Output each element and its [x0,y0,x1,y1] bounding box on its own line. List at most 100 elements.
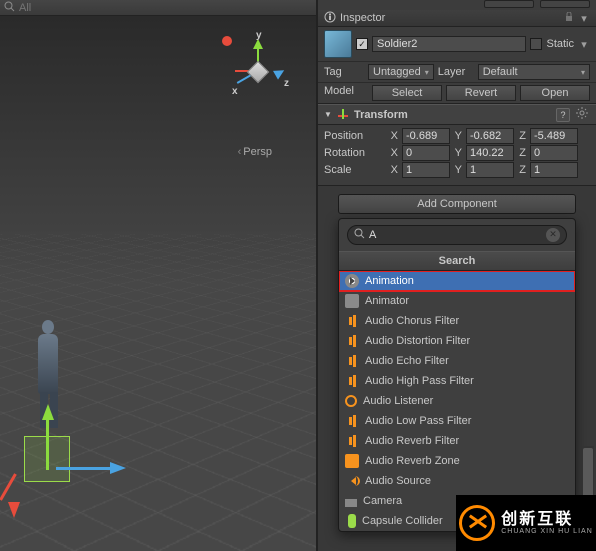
component-result-label: Audio Listener [363,395,433,407]
inspector-tab[interactable]: Inspector ▾ [318,10,596,27]
component-result[interactable]: Audio Reverb Filter [339,431,575,451]
component-result-label: Audio Echo Filter [365,355,449,367]
reverbz-icon [345,454,359,468]
component-result-label: Audio High Pass Filter [365,375,474,387]
listener-icon [345,395,357,407]
object-name-field[interactable] [372,36,526,52]
hierarchy-search-bar [0,0,316,16]
layer-dropdown[interactable]: Default▾ [478,64,590,80]
vec-y-field[interactable] [466,145,514,161]
component-result[interactable]: Audio Reverb Zone [339,451,575,471]
add-component-popup: ✕ Search Animation Animator Audio Chorus F… [338,218,576,532]
component-result-label: Audio Reverb Zone [365,455,460,467]
watermark: 创新互联 CHUANG XIN HU LIAN [456,495,596,551]
tag-dropdown[interactable]: Untagged▾ [368,64,434,80]
vec-x-field[interactable] [402,128,450,144]
panel-menu-icon[interactable]: ▾ [578,12,590,25]
vec-label: Rotation [324,147,386,159]
component-result[interactable]: Audio Chorus Filter [339,311,575,331]
watermark-logo-icon [459,505,495,541]
model-open-button[interactable]: Open [520,85,590,101]
clear-search-icon[interactable]: ✕ [546,228,560,242]
static-dropdown-icon[interactable]: ▾ [578,38,590,51]
projection-label[interactable]: Persp [238,146,272,158]
layers-dropdown[interactable] [484,0,534,8]
component-result[interactable]: Audio Distortion Filter [339,331,575,351]
component-result-label: Animation [365,275,414,287]
help-icon[interactable]: ? [556,108,570,122]
model-select-button[interactable]: Select [372,85,442,101]
component-result-label: Audio Source [365,475,431,487]
audio-icon [345,334,359,348]
component-result-label: Camera [363,495,402,507]
component-result[interactable]: Animation [339,271,575,291]
component-result[interactable]: Audio Listener [339,391,575,411]
inspector-panel: Inspector ▾ ✓ Static ▾ Tag Untagged▾ Lay… [316,0,596,551]
scene-view[interactable]: y x z Persp [0,0,316,551]
editor-topbar [318,0,596,10]
vec-label: Scale [324,164,386,176]
vec-x-field[interactable] [402,145,450,161]
audio-icon [345,414,359,428]
gameobject-icon[interactable] [324,30,352,58]
component-result[interactable]: Audio High Pass Filter [339,371,575,391]
audio-icon [345,354,359,368]
move-x-handle[interactable] [8,502,20,524]
component-result[interactable]: Audio Low Pass Filter [339,411,575,431]
model-revert-button[interactable]: Revert [446,85,516,101]
vec-z-field[interactable] [530,145,578,161]
audio-icon [345,434,359,448]
lock-icon[interactable] [564,12,574,25]
caps-icon [348,514,356,528]
move-z-handle[interactable] [110,462,132,474]
vec-y-field[interactable] [466,162,514,178]
gizmo-cube-icon[interactable] [247,61,270,84]
orientation-gizmo[interactable]: y x z [222,36,292,106]
vec-z-field[interactable] [530,128,578,144]
popup-scrollbar[interactable] [582,446,594,496]
vec-x-field[interactable] [402,162,450,178]
search-icon [4,1,15,15]
audio-icon [345,314,359,328]
cam-icon [345,499,357,507]
static-checkbox[interactable] [530,38,542,50]
layout-dropdown[interactable] [540,0,590,8]
audio-icon [345,374,359,388]
watermark-cn: 创新互联 [501,512,593,528]
gizmo-x-label: x [232,86,238,97]
gizmo-x-handle[interactable] [222,36,232,46]
anim-icon [345,274,359,288]
search-icon [354,228,365,242]
gizmo-y-label: y [256,30,262,41]
layer-label: Layer [438,66,474,78]
component-search-input[interactable] [369,229,542,241]
component-result[interactable]: Audio Echo Filter [339,351,575,371]
foldout-icon[interactable]: ▼ [324,110,332,119]
model-label: Model [324,85,368,101]
component-result-label: Audio Distortion Filter [365,335,470,347]
add-component-button[interactable]: Add Component [338,194,576,214]
transform-header[interactable]: ▼ Transform ? [318,104,596,125]
component-result-label: Audio Reverb Filter [365,435,459,447]
component-result[interactable]: Animator [339,291,575,311]
component-result-label: Animator [365,295,409,307]
popup-header: Search [339,251,575,271]
inspector-title: Inspector [340,12,560,24]
watermark-en: CHUANG XIN HU LIAN [501,528,593,535]
transform-title: Transform [354,109,552,121]
static-label: Static [546,38,574,50]
info-icon [324,11,336,26]
component-menu-icon[interactable] [574,107,590,122]
component-result-label: Audio Low Pass Filter [365,415,471,427]
vec-y-field[interactable] [466,128,514,144]
component-result[interactable]: Audio Source [339,471,575,491]
gizmo-z-label: z [284,78,289,89]
component-results-list[interactable]: Animation Animator Audio Chorus Filter Audi… [339,271,575,531]
hierarchy-search-input[interactable] [19,2,312,14]
move-y-handle[interactable] [42,398,54,420]
viewport[interactable]: y x z Persp [0,16,316,551]
transform-icon [336,108,350,122]
vec-z-field[interactable] [530,162,578,178]
enabled-checkbox[interactable]: ✓ [356,38,368,50]
component-result-label: Capsule Collider [362,515,443,527]
